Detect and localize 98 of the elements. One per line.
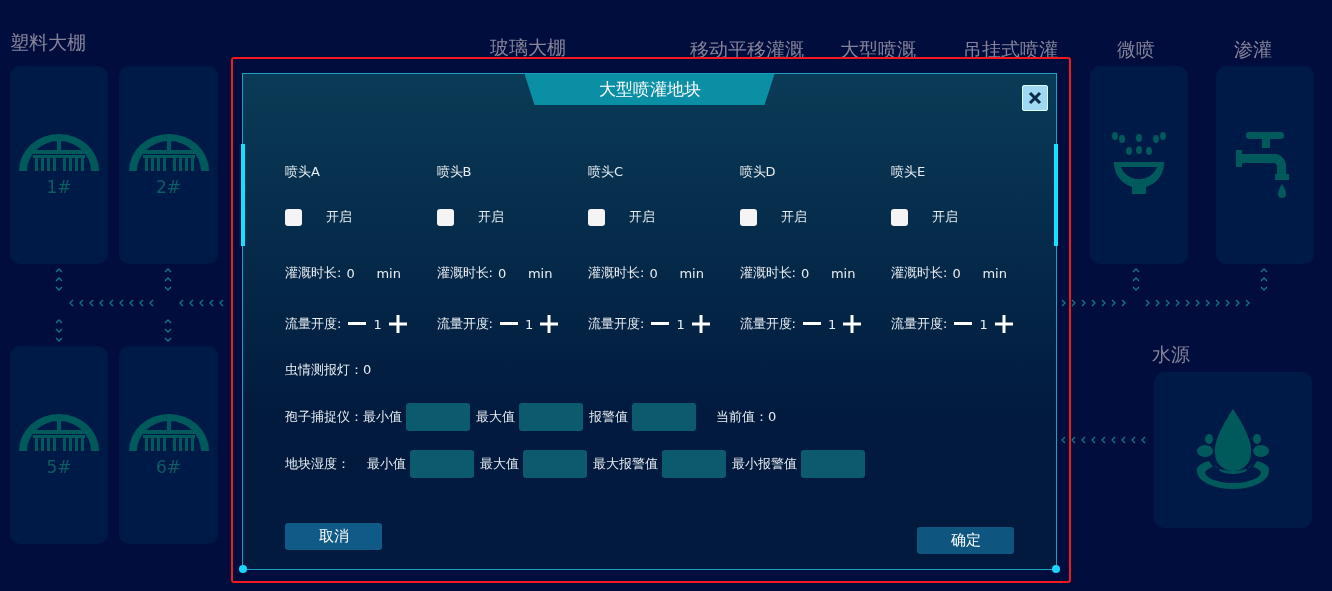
flow-value: 1 [373,316,382,332]
plus-icon [691,315,710,333]
field-label: 最大报警值 [593,455,658,473]
increase-button[interactable] [993,314,1014,334]
nozzle-name: 喷头C [588,163,624,181]
field-label: 最小值 [367,455,406,473]
flow-label: 流量开度: [436,315,493,333]
nozzle-name: 喷头D [739,163,776,181]
device-card[interactable]: 6# [119,346,218,544]
duration-label: 灌溉时长: [891,264,948,282]
greenhouse-icon [128,413,209,451]
sensor-label: 虫情测报灯：0 [285,361,372,379]
checkbox[interactable] [891,208,908,226]
zone-title: 塑料大棚 [10,30,86,55]
field-label: 最大值 [476,408,515,426]
field-label: 最小报警值 [732,455,797,473]
flow-label: 流量开度: [285,315,342,333]
increase-button[interactable] [842,314,863,334]
checkbox-label: 开启 [780,208,807,226]
checkbox-label: 开启 [477,208,504,226]
input-field[interactable] [801,450,865,478]
nozzle-name: 喷头B [436,163,472,181]
greenhouse-icon [128,133,209,171]
unit-label: min [527,265,553,281]
flow-label: 流量开度: [588,315,645,333]
greenhouse-icon [19,413,99,451]
device-card[interactable]: 1# [10,66,108,264]
zone-title: 玻璃大棚 [490,35,566,60]
input-field[interactable] [519,403,583,431]
corner-dot [1052,565,1060,573]
device-card[interactable]: 2# [119,66,218,264]
field-label: 报警值 [589,408,628,426]
zone-title: 微喷 [1117,37,1155,62]
input-field[interactable] [410,450,474,478]
plus-icon [843,315,862,333]
nozzle-name: 喷头E [891,163,926,181]
input-field[interactable] [523,450,587,478]
flow-value: 1 [979,316,988,332]
card-label: 5# [46,457,72,477]
minus-icon [499,322,518,326]
card-label: 2# [155,177,182,197]
field-label: 最大值 [480,455,519,473]
confirm-button[interactable]: 确定 [917,527,1014,554]
flow-value: 1 [676,316,685,332]
duration-label: 灌溉时长: [588,264,645,282]
zone-title: 渗灌 [1234,37,1272,62]
duration-label: 灌溉时长: [436,264,493,282]
checkbox[interactable] [588,208,605,226]
increase-button[interactable] [539,314,560,334]
plus-icon [540,315,559,333]
increase-button[interactable] [387,314,408,334]
duration-value: 0 [952,265,962,281]
checkbox[interactable] [285,208,302,226]
flow-label: 流量开度: [739,315,796,333]
checkbox-label: 开启 [932,208,958,226]
duration-value: 0 [346,265,356,281]
unit-label: min [376,265,401,281]
input-field[interactable] [632,403,696,431]
duration-value: 0 [497,265,508,281]
duration-label: 灌溉时长: [285,264,342,282]
unit-label: min [830,265,856,281]
close-icon [1028,91,1042,105]
flow-value: 1 [827,316,837,332]
dialog-title: 大型喷灌地块 [524,74,775,105]
checkbox[interactable] [436,208,454,226]
field-label: 最小值 [363,408,402,426]
flow-value: 1 [524,316,534,332]
greenhouse-icon [19,133,99,171]
checkbox[interactable] [739,208,757,226]
plus-icon [388,315,407,333]
unit-label: min [982,265,1007,281]
minus-icon [954,322,973,326]
duration-label: 灌溉时长: [739,264,796,282]
duration-value: 0 [800,265,811,281]
minus-icon [651,322,670,326]
zone-title: 水源 [1152,342,1190,367]
flow-label: 流量开度: [891,315,948,333]
checkbox-label: 开启 [326,208,352,226]
sensor-label: 孢子捕捉仪： [285,408,363,426]
input-field[interactable] [406,403,470,431]
corner-dot [239,565,247,573]
duration-value: 0 [649,265,659,281]
close-button[interactable] [1022,85,1048,111]
minus-icon [802,322,821,326]
checkbox-label: 开启 [629,208,655,226]
minus-icon [348,322,367,326]
sensor-label: 地块湿度： [285,455,351,473]
plus-icon [994,315,1013,333]
device-card[interactable]: 5# [10,346,108,544]
input-field[interactable] [662,450,726,478]
nozzle-name: 喷头A [285,163,320,181]
current-value: 当前值：0 [716,408,777,426]
cancel-button[interactable]: 取消 [285,523,382,550]
unit-label: min [679,265,704,281]
water-drop-icon [1195,409,1271,491]
increase-button[interactable] [690,314,711,334]
card-label: 6# [155,457,182,477]
card-label: 1# [46,177,72,197]
